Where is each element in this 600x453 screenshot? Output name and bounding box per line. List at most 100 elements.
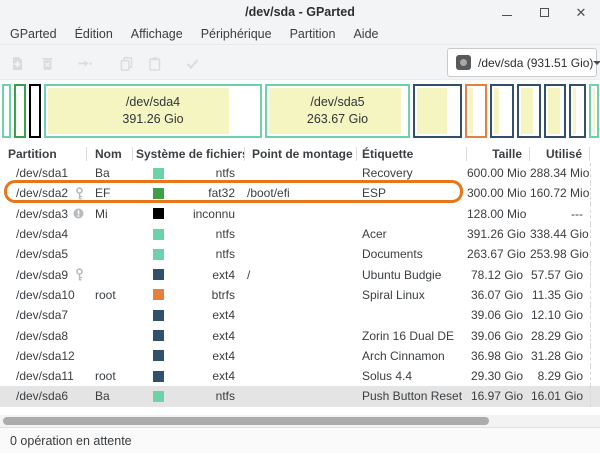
partition-name: /dev/sda10 xyxy=(16,288,75,302)
key-icon xyxy=(75,268,84,281)
filesystem-color-swatch xyxy=(153,208,164,219)
close-icon: ✕ xyxy=(576,6,587,19)
row-spacer xyxy=(590,244,600,264)
table-row-sda4[interactable]: /dev/sda4 ntfs Acer 391.26 Gio 338.44 Gi… xyxy=(0,224,600,244)
disk-segment-sda11[interactable] xyxy=(569,84,586,138)
menu-item-peripherique[interactable]: Périphérique xyxy=(192,24,281,44)
partition-size: 263.67 Gio xyxy=(467,247,530,261)
status-bar: 0 opération en attente xyxy=(0,427,600,453)
disk-segment-sda9[interactable] xyxy=(413,84,462,138)
filesystem-name: ntfs xyxy=(216,227,245,241)
menu-item-edition[interactable]: Édition xyxy=(66,24,122,44)
header-nom: Nom xyxy=(87,147,133,161)
table-row-sda5[interactable]: /dev/sda5 ntfs Documents 263.67 Gio 253.… xyxy=(0,244,600,264)
table-row-sda9[interactable]: /dev/sda9 ext4 / Ubuntu Budgie 78.12 Gio… xyxy=(0,264,600,284)
partition-table-body: /dev/sda1 Ba ntfs Recovery 600.00 Mio 28… xyxy=(0,163,600,407)
menu-item-aide[interactable]: Aide xyxy=(344,24,387,44)
warning-icon xyxy=(73,208,84,219)
table-row-sda1[interactable]: /dev/sda1 Ba ntfs Recovery 600.00 Mio 28… xyxy=(0,163,600,183)
paste-button[interactable] xyxy=(142,51,166,75)
minimize-button[interactable] xyxy=(498,3,516,21)
close-button[interactable]: ✕ xyxy=(572,3,590,21)
filesystem-name: inconnu xyxy=(193,207,245,221)
header-utilise: Utilisé xyxy=(530,147,590,161)
partition-used: 28.29 Gio xyxy=(530,329,590,343)
partition-size: 36.98 Gio xyxy=(467,349,530,363)
disk-segment-sda7[interactable] xyxy=(490,84,514,138)
partition-size: 39.06 Gio xyxy=(467,308,530,322)
table-row-sda7[interactable]: /dev/sda7 ext4 39.06 Gio 12.10 Gio xyxy=(0,305,600,325)
disk-segment-sda6[interactable] xyxy=(589,84,599,138)
partition-label: ESP xyxy=(357,186,467,200)
partition-size: 300.00 Mio xyxy=(467,186,530,200)
partition-name: /dev/sda1 xyxy=(16,166,68,180)
table-row-sda8[interactable]: /dev/sda8 ext4 Zorin 16 Dual DE 39.06 Gi… xyxy=(0,325,600,345)
partition-used: 57.57 Gio xyxy=(530,268,590,282)
filesystem-color-swatch xyxy=(153,350,164,361)
mount-point: / xyxy=(245,268,357,282)
disk-segment-sda12[interactable] xyxy=(544,84,566,138)
row-spacer xyxy=(590,366,600,386)
menu-item-gparted[interactable]: GParted xyxy=(1,24,66,44)
partition-used: 31.28 Gio xyxy=(530,349,590,363)
resize-move-button[interactable] xyxy=(72,51,96,75)
table-row-sda12[interactable]: /dev/sda12 ext4 Arch Cinnamon 36.98 Gio … xyxy=(0,346,600,366)
check-icon xyxy=(184,55,201,72)
partition-name-column: Mi xyxy=(87,207,133,221)
partition-label: Arch Cinnamon xyxy=(357,349,467,363)
header-mount-point: Point de montage xyxy=(245,147,357,161)
disk-segment-sda4[interactable]: /dev/sda4391.26 Gio xyxy=(44,84,262,138)
maximize-button[interactable] xyxy=(535,3,553,21)
trash-icon xyxy=(39,55,56,72)
paste-icon xyxy=(146,55,163,72)
header-partition: Partition xyxy=(0,147,87,161)
horizontal-scrollbar[interactable] xyxy=(0,415,600,427)
table-row-sda6[interactable]: /dev/sda6 Ba ntfs Push Button Reset 16.9… xyxy=(0,386,600,406)
maximize-icon xyxy=(540,8,549,17)
disk-segment-label: /dev/sda5263.67 Gio xyxy=(267,86,408,136)
partition-name-column: Ba xyxy=(87,389,133,403)
new-partition-button[interactable] xyxy=(5,51,29,75)
row-spacer xyxy=(590,285,600,305)
minimize-icon xyxy=(502,15,512,16)
window-controls: ✕ xyxy=(498,0,590,24)
device-selector[interactable]: /dev/sda (931.51 Gio) xyxy=(447,48,597,77)
filesystem-color-swatch xyxy=(153,249,164,260)
disk-segment-sda2[interactable] xyxy=(14,84,26,138)
partition-used: 8.29 Gio xyxy=(530,369,590,383)
apply-button[interactable] xyxy=(180,51,204,75)
table-row-sda3[interactable]: /dev/sda3 Mi inconnu 128.00 Mio --- xyxy=(0,204,600,224)
filesystem-color-swatch xyxy=(153,371,164,382)
table-row-sda2[interactable]: /dev/sda2 EF fat32 /boot/efi ESP 300.00 … xyxy=(0,183,600,203)
partition-name: /dev/sda3 xyxy=(16,207,68,221)
disk-segment-sda5[interactable]: /dev/sda5263.67 Gio xyxy=(265,84,410,138)
partition-name: /dev/sda8 xyxy=(16,329,68,343)
disk-segment-sda3[interactable] xyxy=(29,84,41,138)
filesystem-name: ntfs xyxy=(216,166,245,180)
partition-used: 16.01 Gio xyxy=(530,389,590,403)
table-row-sda11[interactable]: /dev/sda11 root ext4 Solus 4.4 29.30 Gio… xyxy=(0,366,600,386)
partition-label: Recovery xyxy=(357,166,467,180)
partition-size: 16.97 Gio xyxy=(467,389,530,403)
partition-size: 78.12 Gio xyxy=(467,268,530,282)
disk-segment-sda8[interactable] xyxy=(517,84,541,138)
menu-item-affichage[interactable]: Affichage xyxy=(122,24,192,44)
disk-visualization-area: /dev/sda4391.26 Gio/dev/sda5263.67 Gio xyxy=(0,80,600,141)
menu-bar: GPartedÉditionAffichagePériphériqueParti… xyxy=(0,24,600,45)
filesystem-color-swatch xyxy=(153,269,164,280)
partition-label: Spiral Linux xyxy=(357,288,467,302)
partition-name-column: root xyxy=(87,288,133,302)
pending-operations-text: 0 opération en attente xyxy=(0,434,132,448)
partition-size: 128.00 Mio xyxy=(467,207,530,221)
menu-item-partition[interactable]: Partition xyxy=(281,24,345,44)
scrollbar-thumb[interactable] xyxy=(3,417,489,425)
partition-used: 160.72 Mio xyxy=(530,186,590,200)
disk-segment-sda10[interactable] xyxy=(465,84,487,138)
filesystem-color-swatch xyxy=(153,310,164,321)
delete-partition-button[interactable] xyxy=(35,51,59,75)
partition-label: Zorin 16 Dual DE xyxy=(357,329,467,343)
disk-segment-sda1[interactable] xyxy=(2,84,11,138)
table-row-sda10[interactable]: /dev/sda10 root btrfs Spiral Linux 36.07… xyxy=(0,285,600,305)
row-spacer xyxy=(590,305,600,325)
copy-button[interactable] xyxy=(114,51,138,75)
